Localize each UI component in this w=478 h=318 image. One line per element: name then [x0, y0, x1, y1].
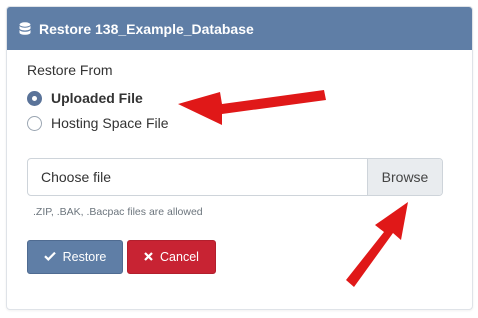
- restore-from-label: Restore From: [27, 62, 113, 78]
- dialog-header: Restore 138_Example_Database: [7, 7, 472, 50]
- radio-label[interactable]: Uploaded File: [51, 90, 143, 106]
- browse-button[interactable]: Browse: [367, 159, 442, 195]
- cancel-button-label: Cancel: [160, 250, 199, 264]
- radio-hosting-space-file[interactable]: Hosting Space File: [27, 115, 169, 131]
- allowed-file-types-hint: .ZIP, .BAK, .Bacpac files are allowed: [33, 206, 203, 218]
- radio-uploaded-file[interactable]: Uploaded File: [27, 90, 143, 106]
- radio-button-checked[interactable]: [27, 90, 42, 106]
- database-icon: [19, 21, 31, 36]
- restore-button[interactable]: Restore: [27, 240, 123, 274]
- file-input-field[interactable]: Choose file: [28, 159, 367, 195]
- cancel-button[interactable]: Cancel: [127, 240, 216, 274]
- radio-label[interactable]: Hosting Space File: [51, 115, 169, 131]
- annotation-arrow-left: [178, 90, 326, 125]
- annotation-arrow-up: [346, 202, 408, 287]
- check-icon: [43, 250, 56, 264]
- close-icon: [144, 250, 153, 264]
- dialog-title: Restore 138_Example_Database: [39, 20, 254, 37]
- file-chooser[interactable]: Choose file Browse: [27, 158, 443, 196]
- radio-button[interactable]: [27, 115, 42, 131]
- restore-button-label: Restore: [62, 250, 107, 264]
